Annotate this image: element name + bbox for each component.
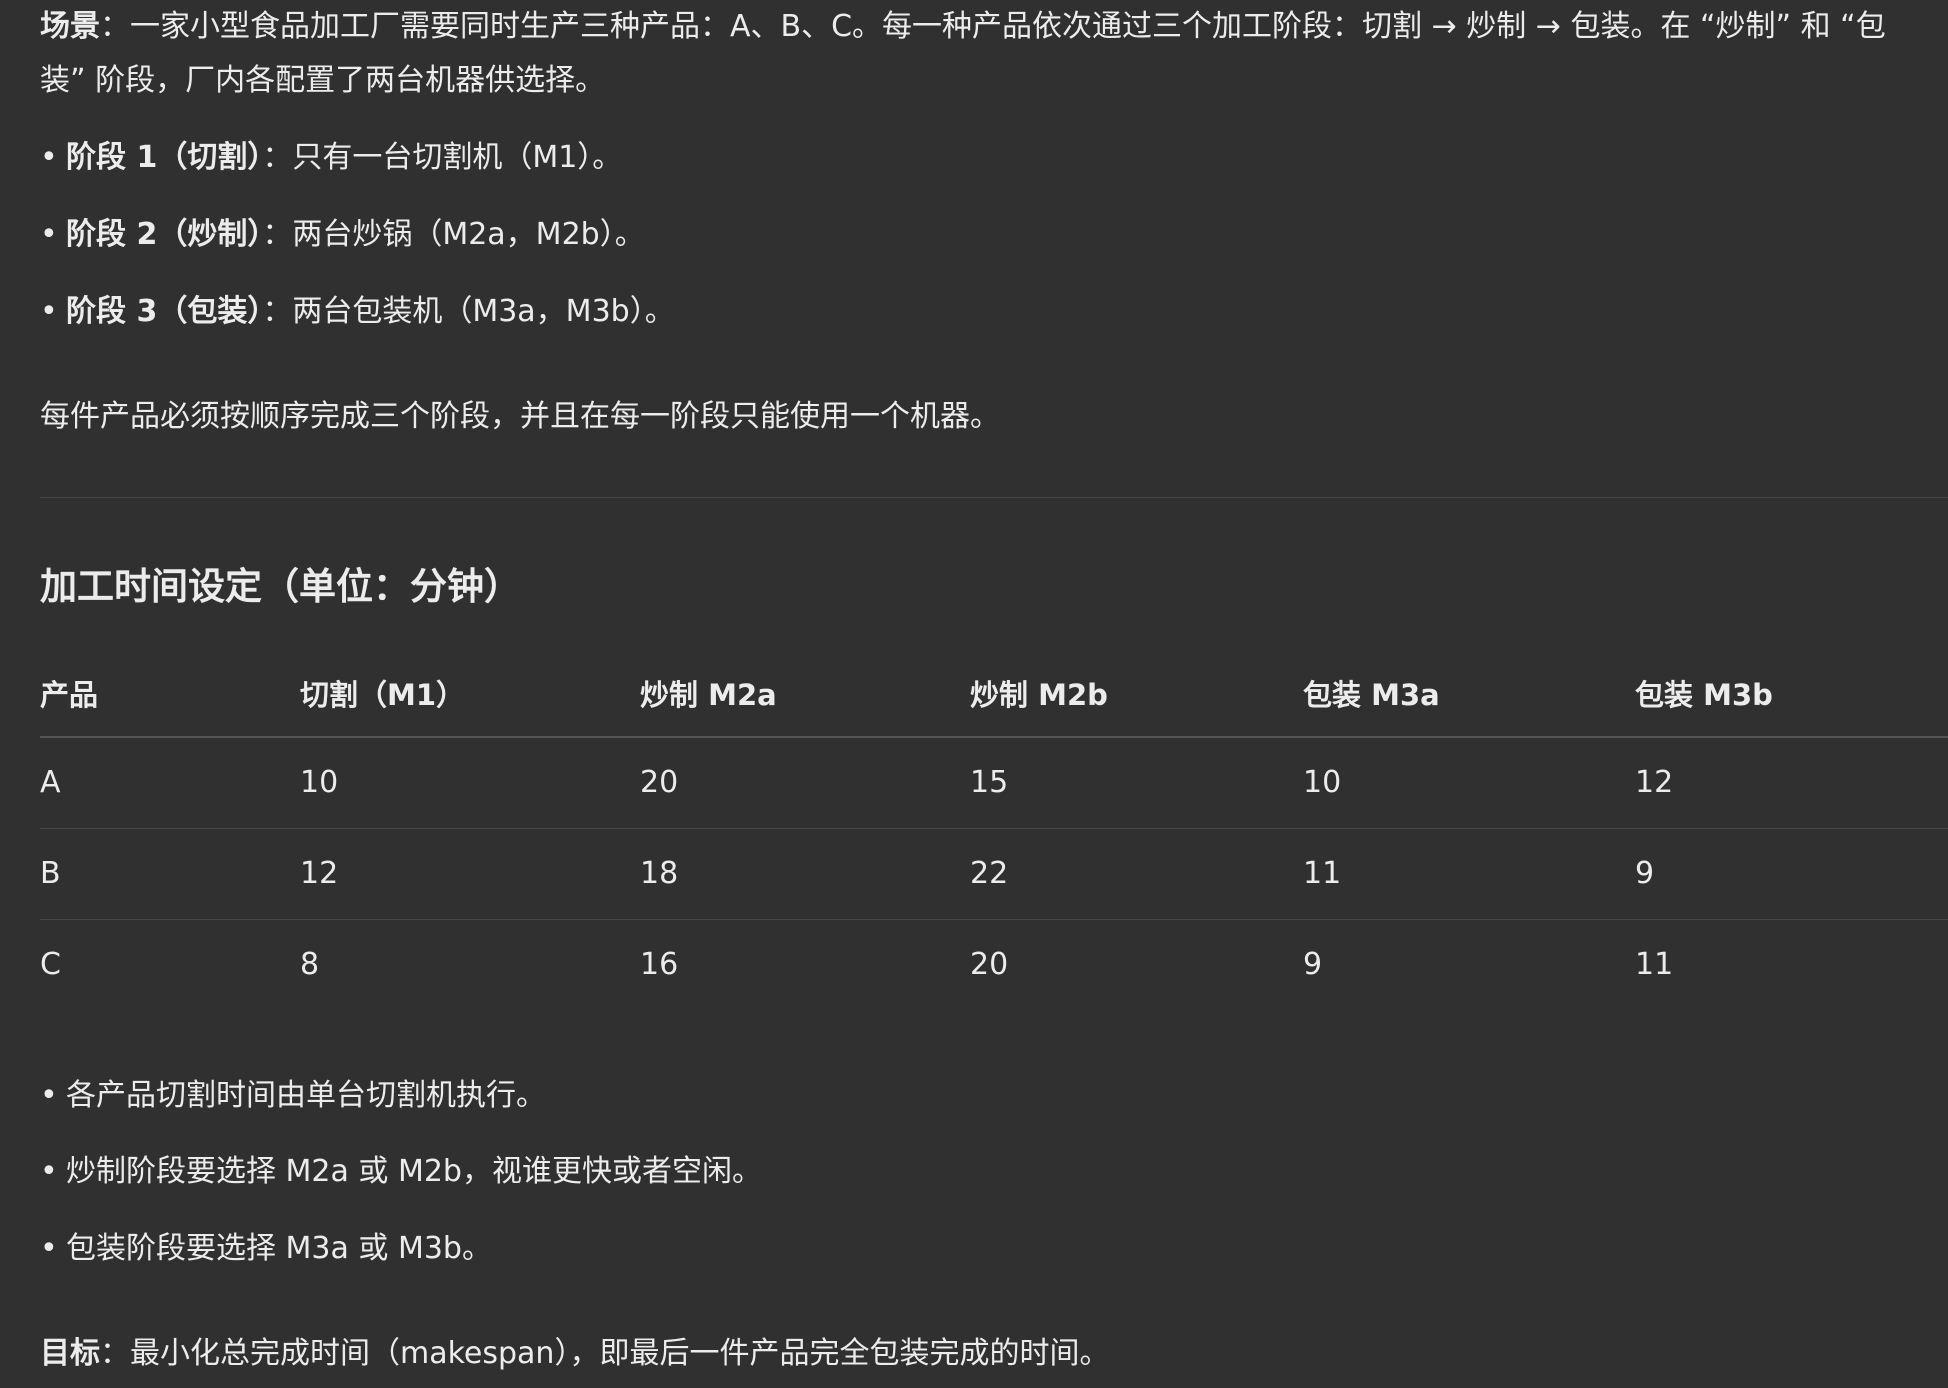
table-cell: 12	[1635, 765, 1674, 800]
goal-text: 最小化总完成时间（makespan），即最后一件产品完全包装完成的时间。	[130, 1336, 1110, 1371]
table-row: A 10 20 15 10 12	[40, 738, 1948, 829]
table-cell: A	[40, 765, 61, 800]
processing-time-table: 产品 切割（M1） 炒制 M2a 炒制 M2b 包装 M3a 包装 M3b A …	[40, 650, 1948, 1010]
table-cell: 11	[1303, 856, 1342, 891]
goal-paragraph: 目标：最小化总完成时间（makespan），即最后一件产品完全包装完成的时间。	[40, 1334, 1109, 1374]
stage-2-label: 阶段 2（炒制）	[66, 217, 263, 252]
note-3-text: 包装阶段要选择 M3a 或 M3b。	[66, 1231, 492, 1266]
bullet-icon: •	[40, 1154, 58, 1189]
section-divider	[40, 497, 1948, 498]
note-1-text: 各产品切割时间由单台切割机执行。	[66, 1078, 546, 1113]
table-cell: 10	[1303, 765, 1342, 800]
table-header-cell: 切割（M1）	[300, 678, 466, 712]
sequence-note: 每件产品必须按顺序完成三个阶段，并且在每一阶段只能使用一个机器。	[40, 399, 1000, 434]
bullet-icon: •	[40, 217, 58, 252]
stage-1-text: ：只有一台切割机（M1）。	[262, 140, 623, 175]
table-cell: 11	[1635, 947, 1674, 982]
table-cell: 18	[640, 856, 679, 891]
table-cell: 20	[970, 947, 1009, 982]
table-header-cell: 产品	[40, 678, 99, 712]
scenario-text: 一家小型食品加工厂需要同时生产三种产品：A、B、C。每一种产品依次通过三个加工阶…	[40, 9, 1886, 98]
table-header-cell: 炒制 M2b	[970, 678, 1108, 712]
scenario-label: 场景	[40, 9, 100, 44]
stage-item-2: • 阶段 2（炒制）：两台炒锅（M2a，M2b）。	[40, 215, 645, 255]
table-header-cell: 包装 M3b	[1635, 678, 1773, 712]
table-cell: B	[40, 856, 61, 891]
bullet-icon: •	[40, 140, 58, 175]
table-cell: 9	[1635, 856, 1655, 891]
stage-1-label: 阶段 1（切割）	[66, 140, 263, 175]
bullet-icon: •	[40, 1231, 58, 1266]
table-cell: 16	[640, 947, 679, 982]
scenario-colon: ：	[100, 9, 130, 44]
table-cell: 10	[300, 765, 339, 800]
document-page: 场景：一家小型食品加工厂需要同时生产三种产品：A、B、C。每一种产品依次通过三个…	[0, 0, 1948, 1388]
table-header-row: 产品 切割（M1） 炒制 M2a 炒制 M2b 包装 M3a 包装 M3b	[40, 650, 1948, 738]
table-header-cell: 包装 M3a	[1303, 678, 1440, 712]
table-cell: 20	[640, 765, 679, 800]
stage-3-text: ：两台包装机（M3a，M3b）。	[262, 294, 675, 329]
table-row: B 12 18 22 11 9	[40, 829, 1948, 920]
stage-item-3: • 阶段 3（包装）：两台包装机（M3a，M3b）。	[40, 292, 675, 332]
table-cell: 8	[300, 947, 320, 982]
table-cell: 12	[300, 856, 339, 891]
note-item-2: • 炒制阶段要选择 M2a 或 M2b，视谁更快或者空闲。	[40, 1152, 762, 1192]
stage-2-text: ：两台炒锅（M2a，M2b）。	[262, 217, 645, 252]
table-cell: C	[40, 947, 61, 982]
table-cell: 15	[970, 765, 1009, 800]
bullet-icon: •	[40, 294, 58, 329]
note-2-text: 炒制阶段要选择 M2a 或 M2b，视谁更快或者空闲。	[66, 1154, 762, 1189]
bullet-icon: •	[40, 1078, 58, 1113]
scenario-paragraph: 场景：一家小型食品加工厂需要同时生产三种产品：A、B、C。每一种产品依次通过三个…	[40, 0, 1910, 108]
table-cell: 9	[1303, 947, 1323, 982]
goal-label: 目标	[40, 1336, 100, 1371]
goal-colon: ：	[100, 1336, 130, 1371]
table-row: C 8 16 20 9 11	[40, 920, 1948, 1010]
table-heading: 加工时间设定（单位：分钟）	[40, 565, 521, 608]
note-item-3: • 包装阶段要选择 M3a 或 M3b。	[40, 1229, 492, 1269]
table-header-cell: 炒制 M2a	[640, 678, 777, 712]
stage-item-1: • 阶段 1（切割）：只有一台切割机（M1）。	[40, 138, 622, 178]
stage-3-label: 阶段 3（包装）	[66, 294, 263, 329]
table-cell: 22	[970, 856, 1009, 891]
note-item-1: • 各产品切割时间由单台切割机执行。	[40, 1076, 546, 1116]
